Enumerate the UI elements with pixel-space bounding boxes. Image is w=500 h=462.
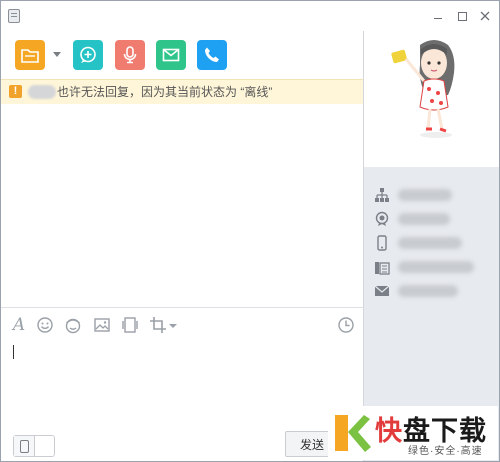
info-row-phone (364, 255, 499, 279)
mail-icon (162, 48, 180, 62)
watermark-subtitle: 绿色·安全·高速 (408, 446, 483, 457)
watermark-logo (335, 415, 371, 452)
crop-icon[interactable] (149, 316, 167, 334)
phone-icon (375, 262, 390, 275)
font-icon[interactable]: A (10, 316, 28, 334)
chat-window: ! 也许无法回复，因为其当前状态为 “离线” A 发送 快盘下载 绿色·安全·高… (0, 0, 500, 462)
info-row-org (364, 183, 499, 207)
badge-icon (375, 211, 389, 226)
microphone-icon (123, 46, 137, 64)
avatar-illustration (391, 40, 455, 138)
close-button[interactable] (478, 10, 492, 22)
voice-button[interactable] (115, 40, 145, 70)
warning-icon: ! (9, 85, 22, 98)
message-history[interactable] (1, 104, 363, 307)
mobile-icon (14, 436, 35, 456)
maximize-button[interactable] (455, 10, 469, 22)
org-icon (375, 188, 389, 202)
mail-icon (374, 285, 390, 296)
close-icon (480, 11, 490, 21)
redacted-text (398, 285, 458, 297)
contact-avatar-show (364, 31, 499, 167)
chat-add-icon (80, 46, 96, 63)
group-chat-button[interactable] (73, 40, 103, 70)
notice-text: 也许无法回复，因为其当前状态为 “离线” (57, 85, 273, 99)
mobile-phone-icon (377, 235, 387, 251)
file-dropdown-arrow[interactable] (53, 52, 61, 57)
redacted-text (398, 237, 462, 249)
contact-name-redacted (28, 85, 56, 99)
redacted-text (398, 189, 452, 201)
mail-button[interactable] (156, 40, 186, 70)
info-row-level (364, 207, 499, 231)
image-icon[interactable] (93, 316, 111, 334)
emoji-icon[interactable] (36, 316, 54, 334)
face-icon[interactable] (64, 316, 82, 334)
app-icon (8, 9, 20, 23)
send-file-button[interactable] (15, 40, 45, 70)
phone-icon (205, 47, 219, 62)
contact-side-panel (363, 31, 499, 461)
title-bar[interactable] (1, 1, 499, 31)
minimize-button[interactable] (431, 10, 445, 22)
chat-toolbar (1, 31, 363, 79)
history-icon[interactable] (337, 316, 355, 334)
site-watermark: 快盘下载 绿色·安全·高速 (328, 406, 498, 460)
call-button[interactable] (197, 40, 227, 70)
screen-icon[interactable] (121, 316, 139, 334)
folder-icon (21, 49, 39, 63)
crop-dropdown-arrow[interactable] (169, 324, 177, 328)
offline-notice: ! 也许无法回复，因为其当前状态为 “离线” (1, 79, 363, 105)
text-caret (13, 345, 14, 359)
bottom-bar: 发送 (1, 423, 363, 461)
redacted-text (398, 261, 474, 273)
input-toolbar: A (1, 307, 363, 342)
redacted-text (398, 213, 450, 225)
info-row-mobile (364, 231, 499, 255)
message-input[interactable] (1, 341, 363, 423)
mobile-mode-toggle[interactable] (13, 435, 55, 457)
info-row-email (364, 279, 499, 303)
